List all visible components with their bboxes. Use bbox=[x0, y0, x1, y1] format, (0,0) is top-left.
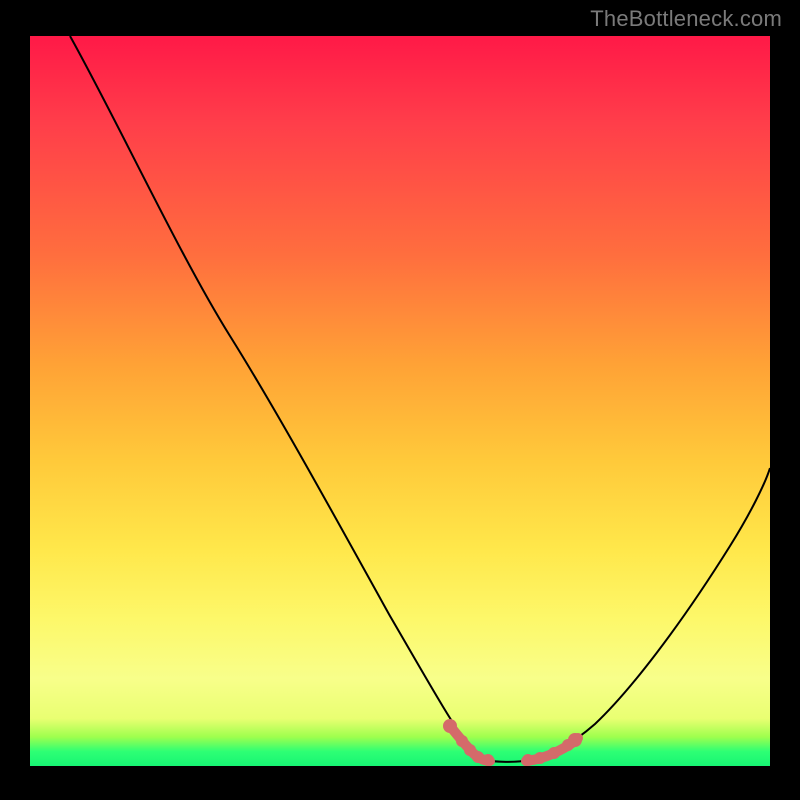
marker-dot bbox=[443, 719, 457, 733]
bottleneck-curve bbox=[30, 36, 770, 766]
marker-dot bbox=[456, 735, 468, 747]
marker-dot bbox=[522, 754, 534, 766]
plot-area bbox=[30, 36, 770, 766]
marker-dot bbox=[568, 733, 582, 747]
marker-dot bbox=[548, 747, 560, 759]
curve-left bbox=[70, 36, 485, 760]
attribution-text: TheBottleneck.com bbox=[590, 6, 782, 32]
marker-dot bbox=[482, 754, 494, 766]
marker-dot bbox=[534, 752, 546, 764]
curve-right bbox=[530, 468, 770, 760]
chart-container: TheBottleneck.com bbox=[0, 0, 800, 800]
